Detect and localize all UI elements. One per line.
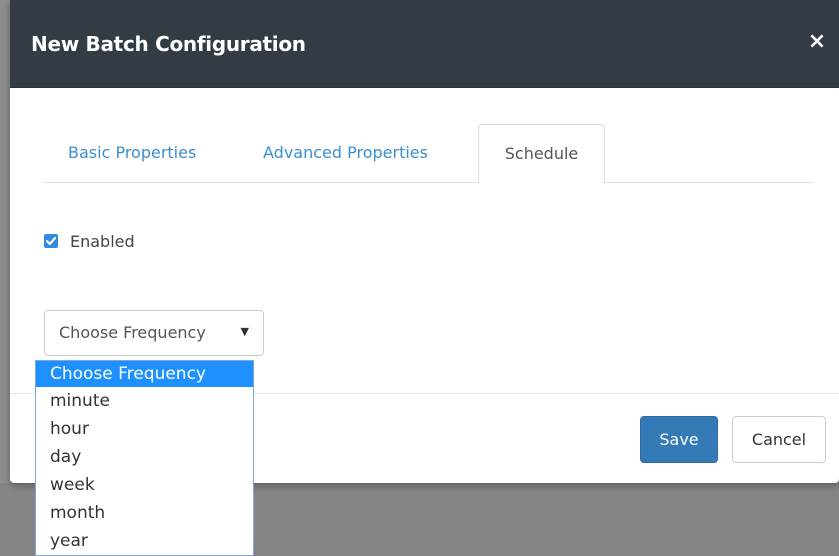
enabled-checkbox[interactable] xyxy=(44,234,58,248)
frequency-dropdown-list: Choose Frequency minute hour day week mo… xyxy=(35,360,254,556)
enabled-label: Enabled xyxy=(70,231,135,251)
tab-bar: Basic Properties Advanced Properties Sch… xyxy=(44,124,814,184)
tab-schedule[interactable]: Schedule xyxy=(478,124,605,184)
frequency-option-month[interactable]: month xyxy=(36,499,253,527)
cancel-button[interactable]: Cancel xyxy=(732,416,826,463)
page-backdrop xyxy=(0,0,10,556)
frequency-option-minute[interactable]: minute xyxy=(36,387,253,415)
frequency-option-week[interactable]: week xyxy=(36,471,253,499)
frequency-option-hour[interactable]: hour xyxy=(36,415,253,443)
frequency-option-choose[interactable]: Choose Frequency xyxy=(36,361,253,387)
tab-advanced-properties[interactable]: Advanced Properties xyxy=(263,124,428,182)
frequency-select[interactable]: Choose Frequency ▼ xyxy=(44,310,264,356)
modal-header: New Batch Configuration × xyxy=(10,0,839,88)
frequency-option-year[interactable]: year xyxy=(36,527,253,555)
enabled-row: Enabled xyxy=(44,229,135,253)
close-icon[interactable]: × xyxy=(807,30,827,54)
modal-title: New Batch Configuration xyxy=(31,32,306,56)
checkmark-icon xyxy=(45,236,57,246)
frequency-option-day[interactable]: day xyxy=(36,443,253,471)
frequency-select-value: Choose Frequency xyxy=(59,323,206,342)
caret-down-icon: ▼ xyxy=(240,325,249,338)
tab-basic-properties[interactable]: Basic Properties xyxy=(68,124,196,182)
save-button[interactable]: Save xyxy=(640,416,718,463)
